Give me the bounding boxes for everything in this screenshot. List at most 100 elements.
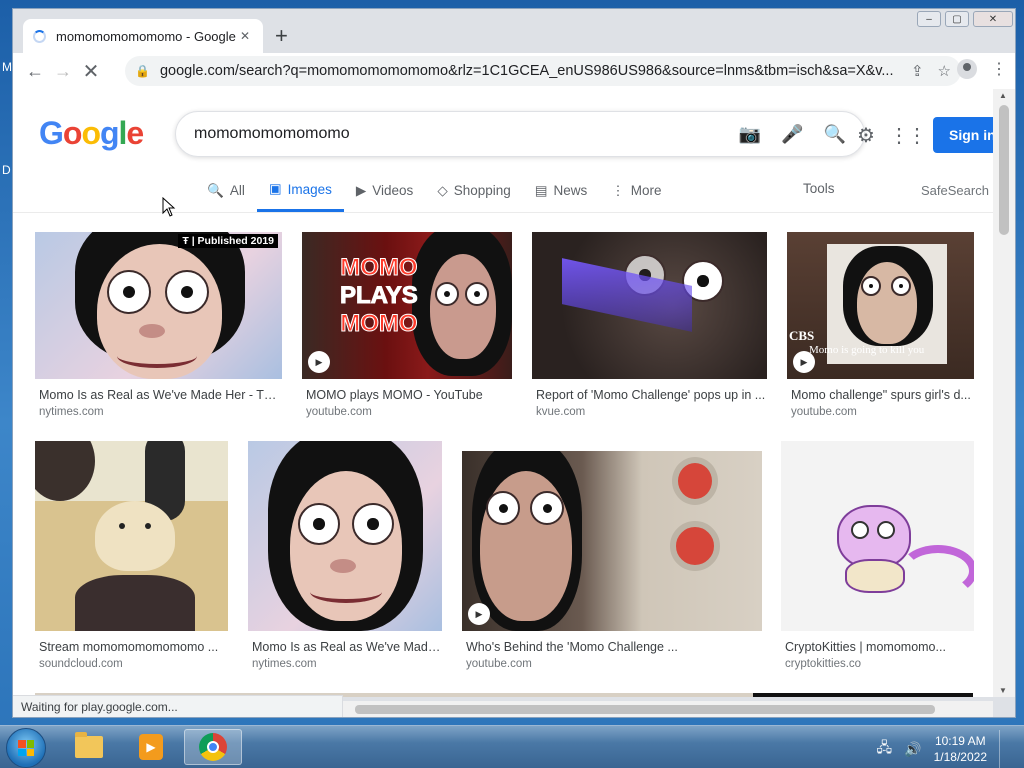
result-source[interactable]: nytimes.com xyxy=(39,406,104,418)
start-button[interactable] xyxy=(6,728,46,768)
result-source[interactable]: youtube.com xyxy=(306,406,372,418)
overlay-title-line: MOMO xyxy=(340,254,418,282)
result-thumbnail[interactable]: Ŧ | Published 2019 xyxy=(35,232,282,379)
result-caption[interactable]: Momo challenge" spurs girl's d... xyxy=(791,388,974,402)
chrome-window: momomomomomomo - Google ✕ + – ▢ ✕ ← → ✕ … xyxy=(12,8,1016,718)
clock[interactable]: 10:19 AM 1/18/2022 xyxy=(934,733,987,765)
search-box[interactable]: momomomomomomo 📷 🎤 🔍 xyxy=(175,111,865,157)
show-desktop-button[interactable] xyxy=(999,730,1012,768)
result-thumbnail[interactable] xyxy=(532,232,767,379)
play-icon: ▶ xyxy=(308,351,330,373)
maximize-button[interactable]: ▢ xyxy=(945,11,969,27)
media-player-icon: ▶ xyxy=(139,734,163,760)
result-source[interactable]: nytimes.com xyxy=(252,658,317,670)
result-caption[interactable]: Momo Is as Real as We've Made Her - The.… xyxy=(39,388,282,402)
back-arrow-icon[interactable]: ← xyxy=(21,61,49,82)
close-tab-icon[interactable]: ✕ xyxy=(237,29,253,43)
search-icon: 🔍 xyxy=(207,182,224,198)
result-caption[interactable]: MOMO plays MOMO - YouTube xyxy=(306,388,512,402)
more-dots-icon: ⋮ xyxy=(611,182,625,198)
share-icon[interactable]: ⇪ xyxy=(911,62,924,80)
browser-tab[interactable]: momomomomomomo - Google ✕ xyxy=(23,19,263,53)
result-thumbnail[interactable]: ▶ xyxy=(462,451,762,631)
lock-icon: 🔒 xyxy=(135,64,150,78)
profile-avatar-icon[interactable] xyxy=(957,59,977,79)
browser-toolbar: ← → ✕ 🔒 google.com/search?q=momomomomomo… xyxy=(13,53,1015,89)
play-icon: ▶ xyxy=(793,351,815,373)
overlay-title-line: MOMO xyxy=(340,310,418,338)
tab-shopping[interactable]: ◇ Shopping xyxy=(425,181,522,212)
result-thumbnail[interactable]: CBS Momo is going to kill you ▶ xyxy=(787,232,974,379)
result-caption[interactable]: Report of 'Momo Challenge' pops up in ..… xyxy=(536,388,767,402)
overlay-title-line: PLAYS xyxy=(340,282,419,310)
vertical-scrollbar[interactable]: ▲ ▼ xyxy=(993,89,1015,697)
scroll-down-icon[interactable]: ▼ xyxy=(999,686,1007,695)
search-icon[interactable]: 🔍 xyxy=(824,124,846,145)
volume-icon[interactable]: 🔊 xyxy=(904,741,921,758)
result-caption[interactable]: Stream momomomomomomo ... xyxy=(39,640,228,654)
loading-spinner-icon xyxy=(33,29,46,43)
forward-arrow-icon[interactable]: → xyxy=(49,61,77,82)
minimize-button[interactable]: – xyxy=(917,11,941,27)
google-logo[interactable]: Google xyxy=(39,115,144,152)
address-bar[interactable]: 🔒 google.com/search?q=momomomomomomo&rlz… xyxy=(125,56,961,86)
settings-gear-icon[interactable]: ⚙ xyxy=(857,123,875,148)
desktop-icon-label: D xyxy=(2,163,11,177)
clock-time: 10:19 AM xyxy=(934,734,986,748)
play-icon: ▶ xyxy=(468,603,490,625)
header-divider xyxy=(13,212,993,213)
taskbar-media-player[interactable]: ▶ xyxy=(122,729,180,765)
bookmark-star-icon[interactable]: ☆ xyxy=(938,62,951,80)
windows-logo-icon xyxy=(18,740,34,756)
published-badge: Ŧ | Published 2019 xyxy=(178,234,278,248)
tab-all[interactable]: 🔍 All xyxy=(195,181,257,212)
image-icon: ▣ xyxy=(268,181,282,196)
result-thumbnail[interactable] xyxy=(781,441,974,631)
status-bar: Waiting for play.google.com... xyxy=(13,695,343,717)
result-source[interactable]: soundcloud.com xyxy=(39,658,123,670)
scroll-thumb[interactable] xyxy=(355,705,935,714)
result-source[interactable]: youtube.com xyxy=(466,658,532,670)
result-thumbnail[interactable]: MOMO PLAYS MOMO ▶ xyxy=(302,232,512,379)
close-window-button[interactable]: ✕ xyxy=(973,11,1013,27)
camera-icon[interactable]: 📷 xyxy=(739,124,761,145)
google-images-page: Google momomomomomomo 📷 🎤 🔍 ⚙ ⋮⋮⋮ Sign i… xyxy=(13,89,993,697)
tab-title: momomomomomomo - Google xyxy=(56,28,236,44)
tools-button[interactable]: Tools xyxy=(803,181,835,196)
result-caption[interactable]: CryptoKitties | momomomo... xyxy=(785,640,974,654)
search-query[interactable]: momomomomomomo xyxy=(194,125,719,143)
result-caption[interactable]: Who's Behind the 'Momo Challenge ... xyxy=(466,640,762,654)
tab-images[interactable]: ▣ Images xyxy=(256,181,344,212)
sign-in-button[interactable]: Sign in xyxy=(933,117,993,153)
result-caption[interactable]: Momo Is as Real as We've Made... xyxy=(252,640,442,654)
scroll-up-icon[interactable]: ▲ xyxy=(999,91,1007,100)
tab-more[interactable]: ⋮ More xyxy=(599,181,673,212)
chrome-icon xyxy=(199,733,227,761)
safesearch-toggle[interactable]: SafeSearch o xyxy=(921,183,993,198)
result-source[interactable]: cryptokitties.co xyxy=(785,658,861,670)
stop-icon[interactable]: ✕ xyxy=(77,59,105,84)
taskbar-explorer[interactable] xyxy=(60,729,118,765)
taskbar-chrome[interactable] xyxy=(184,729,242,765)
microphone-icon[interactable]: 🎤 xyxy=(781,124,803,145)
clock-date: 1/18/2022 xyxy=(933,750,987,764)
tab-videos[interactable]: ▶ Videos xyxy=(344,181,425,212)
search-tabs: 🔍 All ▣ Images ▶ Videos ◇ Shopping ▤ News ⋮ Mo… xyxy=(195,181,674,212)
tag-icon: ◇ xyxy=(437,182,448,198)
network-icon[interactable]: 🖧 xyxy=(877,737,893,761)
result-source[interactable]: kvue.com xyxy=(536,406,585,418)
menu-kebab-icon[interactable]: ⋮ xyxy=(991,59,1007,79)
overlay-subtitle: Momo is going to kill you xyxy=(809,344,925,356)
result-thumbnail[interactable] xyxy=(35,441,228,631)
new-tab-button[interactable]: + xyxy=(275,25,288,47)
mouse-cursor-icon xyxy=(162,196,176,222)
tab-news[interactable]: ▤ News xyxy=(523,181,600,212)
scroll-thumb[interactable] xyxy=(999,105,1009,235)
horizontal-scrollbar[interactable] xyxy=(343,701,993,717)
result-thumbnail[interactable] xyxy=(248,441,442,631)
overlay-logo: CBS xyxy=(789,328,815,343)
window-controls: – ▢ ✕ xyxy=(917,11,1013,27)
system-tray: 🖧 🔊 10:19 AM 1/18/2022 xyxy=(877,730,1012,768)
result-source[interactable]: youtube.com xyxy=(791,406,857,418)
url-text[interactable]: google.com/search?q=momomomomomomo&rlz=1… xyxy=(160,63,897,79)
